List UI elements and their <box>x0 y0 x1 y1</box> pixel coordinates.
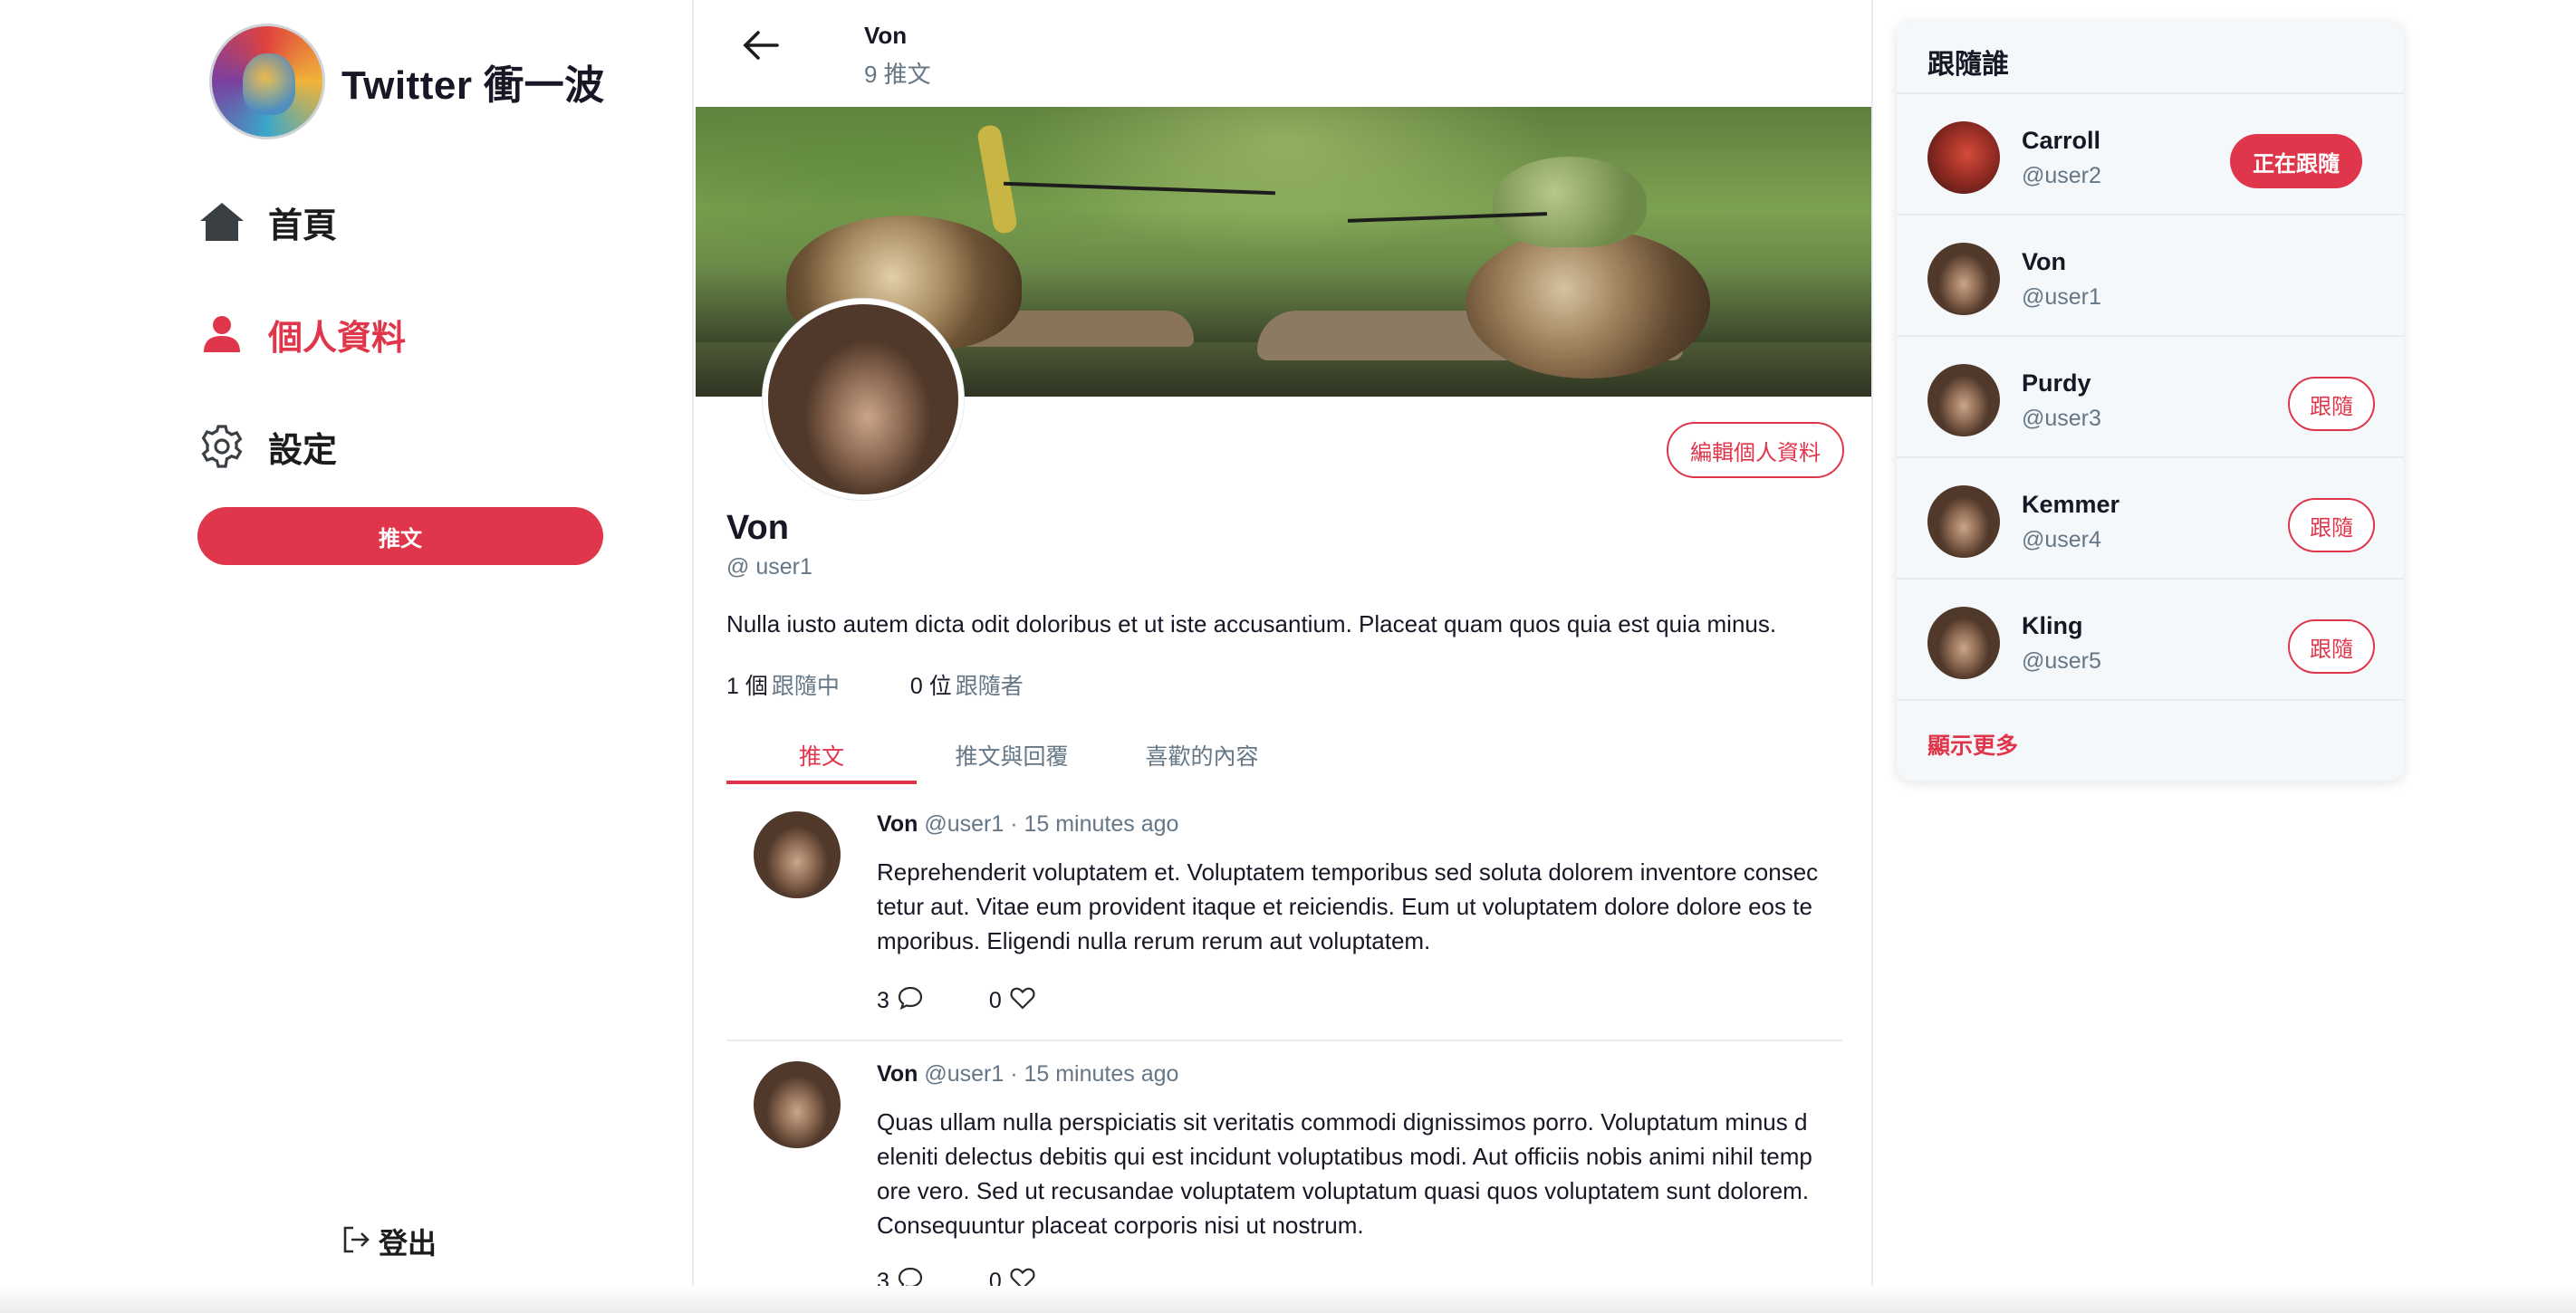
like-action[interactable]: 0 <box>989 985 1036 1017</box>
tweet-author-name[interactable]: Von <box>877 1061 918 1087</box>
tweet-author-name[interactable]: Von <box>877 811 918 837</box>
home-icon <box>197 197 246 246</box>
user-handle: @user3 <box>2022 406 2101 431</box>
profile-stats: 1 個 跟隨中 0 位 跟隨者 <box>726 668 1094 701</box>
header-tweet-count: 9 推文 <box>864 61 931 88</box>
brand[interactable]: Twitter 衝一波 <box>209 24 605 139</box>
who-to-follow-panel: 跟隨誰 Carroll @user2 正在跟隨 Von @user1 Purdy… <box>1897 22 2404 781</box>
show-more-link[interactable]: 顯示更多 <box>1927 728 2018 761</box>
main-nav: 首頁 個人資料 設定 <box>197 190 406 527</box>
user-avatar[interactable] <box>1927 607 2000 679</box>
reply-action[interactable]: 3 <box>877 985 924 1017</box>
user-handle: @user4 <box>2022 527 2101 552</box>
follow-button[interactable]: 跟隨 <box>2288 377 2375 431</box>
profile-bio: Nulla iusto autem dicta odit doloribus e… <box>726 610 1777 637</box>
tweet-meta: Von @user1 · 15 minutes ago <box>877 811 1178 838</box>
tab-likes[interactable]: 喜歡的內容 <box>1107 732 1297 784</box>
profile-avatar[interactable] <box>763 299 964 500</box>
tweet-item[interactable]: Von @user1 · 15 minutes ago Reprehenderi… <box>726 811 1842 1020</box>
user-name[interactable]: Von <box>2022 248 2066 276</box>
follow-suggestion[interactable]: Kemmer @user4 跟隨 <box>1897 458 2404 580</box>
user-name[interactable]: Purdy <box>2022 369 2091 398</box>
user-avatar[interactable] <box>1927 364 2000 436</box>
follow-suggestion[interactable]: Purdy @user3 跟隨 <box>1897 337 2404 458</box>
following-label: 跟隨中 <box>771 674 840 699</box>
tweet-text[interactable]: Reprehenderit voluptatem et. Voluptatem … <box>877 855 1819 958</box>
follow-suggestion[interactable]: Kling @user5 跟隨 <box>1897 580 2404 701</box>
user-name[interactable]: Kemmer <box>2022 491 2119 519</box>
window-bottom-edge <box>0 1286 2576 1313</box>
compose-tweet-button[interactable]: 推文 <box>197 507 603 565</box>
profile-name: Von <box>726 509 789 547</box>
user-handle: @user2 <box>2022 163 2101 188</box>
tweet-text[interactable]: Quas ullam nulla perspiciatis sit verita… <box>877 1105 1819 1242</box>
user-avatar[interactable] <box>1927 243 2000 315</box>
reply-count: 3 <box>877 988 889 1013</box>
tweet-author-handle: @user1 <box>924 1061 1004 1087</box>
tab-tweets-and-replies[interactable]: 推文與回覆 <box>917 732 1107 784</box>
follow-button[interactable]: 跟隨 <box>2288 619 2375 674</box>
nav-item-profile[interactable]: 個人資料 <box>197 302 406 366</box>
brand-logo <box>209 24 325 139</box>
brand-title: Twitter 衝一波 <box>341 63 605 108</box>
comment-icon <box>889 985 924 1017</box>
tweet-author-handle: @user1 <box>924 811 1004 837</box>
follow-button[interactable]: 跟隨 <box>2288 498 2375 552</box>
nav-label-profile: 個人資料 <box>268 319 407 358</box>
profile-column: Von 9 推文 編輯個人資料 Von @ user1 Nulla iusto … <box>696 0 1873 1295</box>
who-to-follow-title: 跟隨誰 <box>1897 22 2404 94</box>
tweet-meta: Von @user1 · 15 minutes ago <box>877 1061 1178 1088</box>
tweet-timestamp: · 15 minutes ago <box>1010 811 1179 837</box>
logout-icon <box>341 1224 371 1260</box>
user-handle: @user5 <box>2022 648 2101 674</box>
tab-tweets[interactable]: 推文 <box>726 732 917 784</box>
nav-item-settings[interactable]: 設定 <box>197 415 406 478</box>
following-button[interactable]: 正在跟隨 <box>2230 134 2362 188</box>
tweet-timestamp: · 15 minutes ago <box>1010 1061 1179 1087</box>
gear-icon <box>197 422 246 471</box>
followers-label: 跟隨者 <box>955 674 1024 699</box>
user-name[interactable]: Carroll <box>2022 127 2100 155</box>
user-avatar[interactable] <box>1927 121 2000 194</box>
nav-item-home[interactable]: 首頁 <box>197 190 406 254</box>
back-button[interactable] <box>734 25 788 69</box>
tweet-avatar[interactable] <box>754 1061 841 1148</box>
follow-suggestion[interactable]: Carroll @user2 正在跟隨 <box>1897 94 2404 216</box>
tweet-divider <box>726 1040 1842 1041</box>
nav-label-home: 首頁 <box>268 206 338 245</box>
user-icon <box>197 310 246 359</box>
user-handle: @user1 <box>2022 284 2101 310</box>
followers-stat[interactable]: 0 位 跟隨者 <box>910 668 1024 701</box>
tweet-actions: 3 0 <box>877 985 1101 1017</box>
tweet-item[interactable]: Von @user1 · 15 minutes ago Quas ullam n… <box>726 1061 1842 1295</box>
nav-label-settings: 設定 <box>268 431 338 470</box>
left-sidebar: Twitter 衝一波 首頁 個人資料 設定 推文 登出 <box>0 0 694 1295</box>
header-name: Von <box>864 22 908 49</box>
user-name[interactable]: Kling <box>2022 612 2083 640</box>
logout-button[interactable]: 登出 <box>341 1221 437 1262</box>
edit-profile-button[interactable]: 編輯個人資料 <box>1667 422 1844 478</box>
profile-header: Von 9 推文 <box>696 0 1871 107</box>
following-count: 1 個 <box>726 674 768 699</box>
profile-tabs: 推文 推文與回覆 喜歡的內容 <box>726 732 1842 784</box>
arrow-left-icon <box>741 29 781 66</box>
logout-label: 登出 <box>379 1227 437 1260</box>
like-count: 0 <box>988 988 1002 1013</box>
profile-handle: @ user1 <box>726 554 812 580</box>
heart-icon <box>1002 985 1036 1017</box>
followers-count: 0 位 <box>909 674 952 699</box>
following-stat[interactable]: 1 個 跟隨中 <box>726 668 840 701</box>
tweet-avatar[interactable] <box>754 811 841 898</box>
follow-suggestion[interactable]: Von @user1 <box>1897 216 2404 337</box>
user-avatar[interactable] <box>1927 485 2000 558</box>
